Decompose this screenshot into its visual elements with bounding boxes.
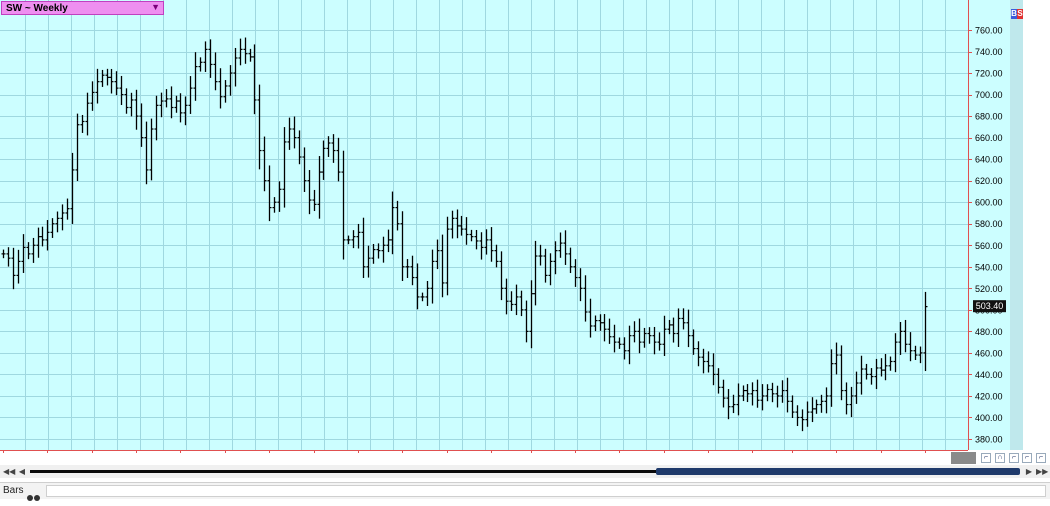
time-scrollbar[interactable]: ◀◀ ◀ ▶ ▶▶ (0, 465, 1050, 478)
last-price-label: 503.40 (976, 301, 1004, 311)
price-tick-label: 540.00 (975, 262, 1003, 272)
price-tick-label: 660.00 (975, 133, 1003, 143)
price-tick-label: 620.00 (975, 176, 1003, 186)
price-tick-label: 600.00 (975, 198, 1003, 208)
chevron-down-icon[interactable]: ▼ (151, 2, 160, 12)
link-icon[interactable] (27, 488, 41, 506)
chart-type-icon[interactable]: ∩ (995, 453, 1005, 463)
symbol-label: SW ~ Weekly (6, 3, 68, 14)
right-edge-panel (1023, 0, 1050, 450)
zoom-out-icon[interactable]: ⌐ (981, 453, 991, 463)
scroll-end-icon[interactable]: ▶▶ (1036, 466, 1048, 477)
price-tick-label: 380.00 (975, 435, 1003, 445)
scroll-left-icon[interactable]: ◀ (17, 466, 27, 477)
last-price-tag: 503.40 (973, 300, 1006, 313)
price-tick-label: 400.00 (975, 413, 1003, 423)
right-margin-panel (1010, 0, 1023, 450)
price-tick-label: 460.00 (975, 348, 1003, 358)
price-tick-label: 560.00 (975, 241, 1003, 251)
status-field (46, 485, 1046, 497)
period-selector-box[interactable] (951, 452, 976, 464)
buy-sell-badge[interactable]: BS (1011, 9, 1023, 19)
symbol-selector[interactable]: SW ~ Weekly ▼ (1, 1, 164, 15)
price-tick-label: 640.00 (975, 155, 1003, 165)
price-chart[interactable]: 380.00400.00420.00440.00460.00480.00500.… (0, 0, 1050, 453)
sell-icon[interactable]: S (1017, 9, 1023, 19)
study-icon[interactable]: ⌐ (1036, 453, 1046, 463)
draw-tool-icon[interactable]: ⌐ (1009, 453, 1019, 463)
price-tick-label: 720.00 (975, 69, 1003, 79)
status-bar: Bars (0, 482, 1050, 501)
scroll-start-icon[interactable]: ◀◀ (3, 466, 15, 477)
scroll-right-icon[interactable]: ▶ (1024, 466, 1034, 477)
price-tick-label: 760.00 (975, 26, 1003, 36)
price-tick-label: 680.00 (975, 112, 1003, 122)
price-tick-label: 700.00 (975, 90, 1003, 100)
chart-tool-buttons: ⌐ ∩ ⌐ ⌐ ⌐ (950, 452, 1050, 464)
scroll-thumb[interactable] (656, 468, 1020, 475)
price-tick-label: 440.00 (975, 370, 1003, 380)
price-tick-label: 480.00 (975, 327, 1003, 337)
price-tick-label: 520.00 (975, 284, 1003, 294)
price-tick-label: 420.00 (975, 391, 1003, 401)
chart-type-label: Bars (3, 485, 24, 496)
price-tick-label: 740.00 (975, 47, 1003, 57)
price-tick-label: 580.00 (975, 219, 1003, 229)
compare-icon[interactable]: ⌐ (1022, 453, 1032, 463)
